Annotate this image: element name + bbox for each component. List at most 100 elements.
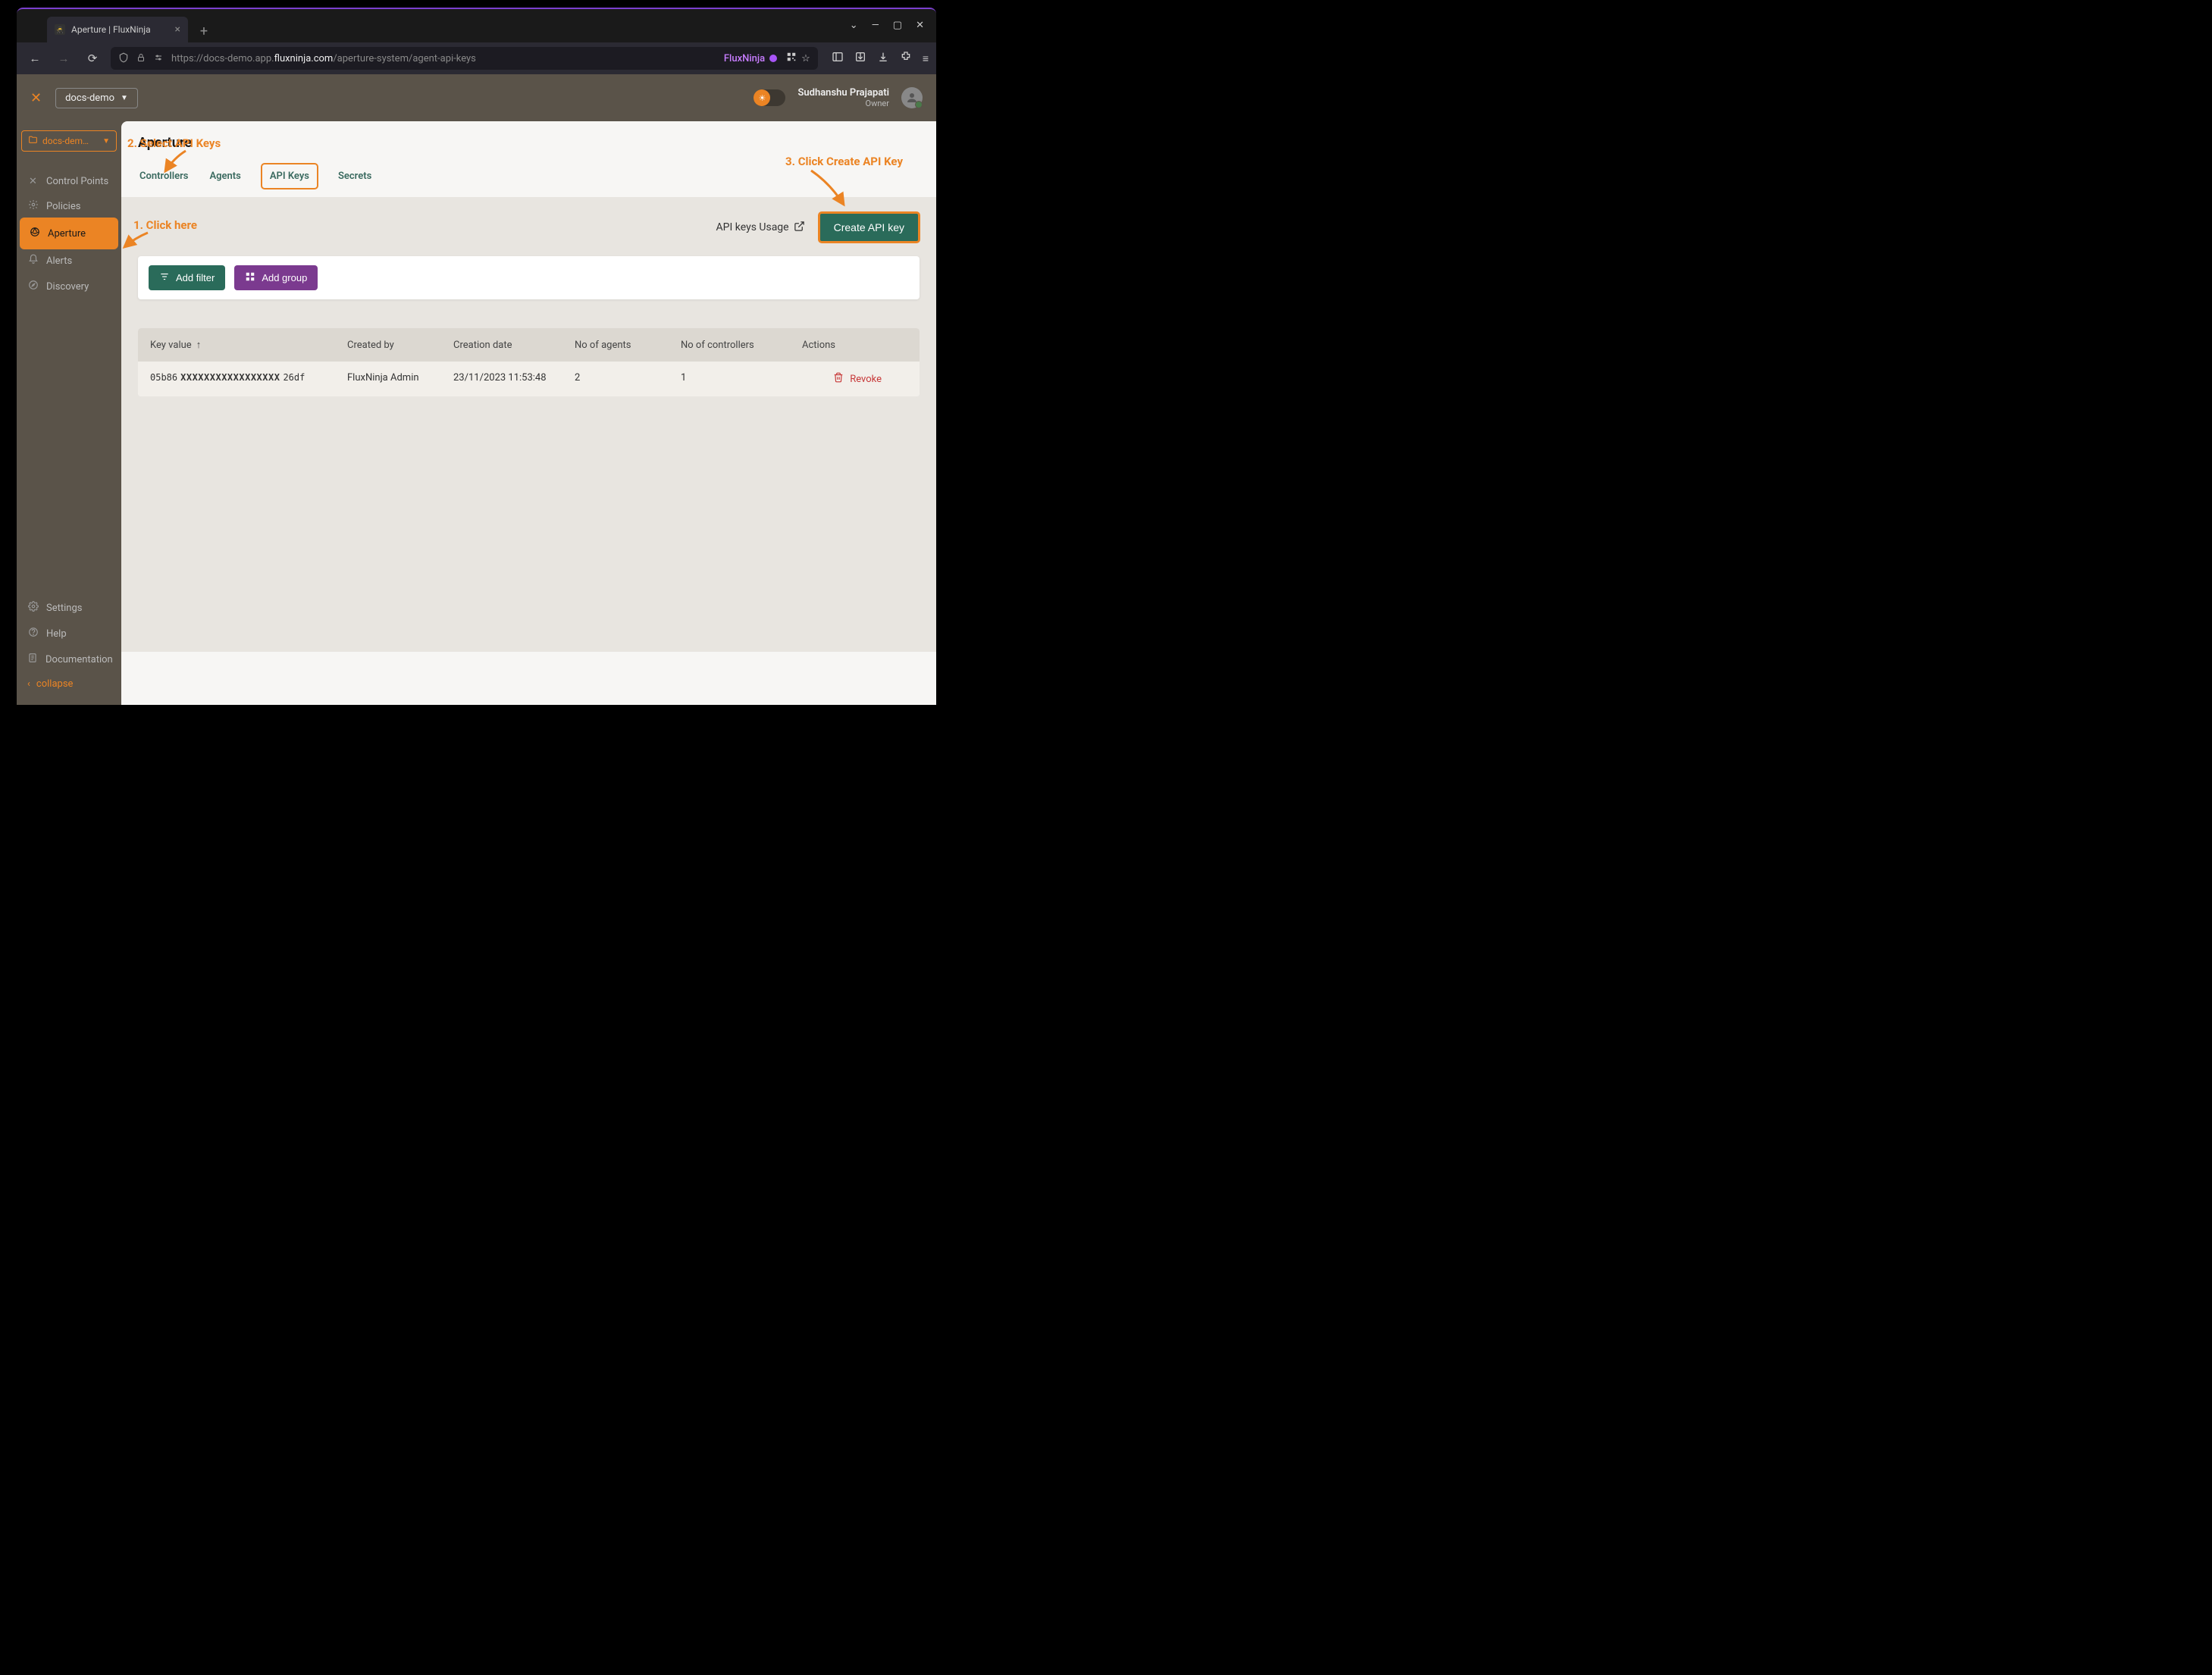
reader-icon[interactable] (832, 51, 844, 66)
add-group-button[interactable]: Add group (234, 265, 318, 290)
filter-bar: Add filter Add group (138, 256, 920, 299)
app-menu-icon[interactable]: ≡ (923, 52, 929, 65)
url-bar[interactable]: https://docs-demo.app.fluxninja.com/aper… (111, 47, 818, 70)
api-keys-table: Key value ↑ Created by Creation date No … (138, 328, 920, 396)
sidebar-collapse[interactable]: ‹ collapse (21, 672, 117, 696)
project-dropdown-label: docs-demo (65, 92, 114, 104)
column-no-agents[interactable]: No of agents (575, 339, 681, 351)
table-header: Key value ↑ Created by Creation date No … (138, 328, 920, 362)
qr-icon[interactable] (786, 52, 797, 65)
sidebar-item-policies[interactable]: Policies (21, 193, 117, 219)
column-key-value[interactable]: Key value ↑ (150, 339, 347, 351)
tab-agents[interactable]: Agents (208, 168, 242, 189)
new-tab-button[interactable]: + (193, 20, 215, 42)
sidebar: docs-dem… ▼ ✕ Control Points Policies Ap… (17, 121, 121, 705)
theme-toggle[interactable]: ☀ (754, 89, 785, 106)
sidebar-project-selector[interactable]: docs-dem… ▼ (21, 130, 117, 152)
sidebar-item-label: Alerts (46, 255, 72, 267)
sidebar-item-control-points[interactable]: ✕ Control Points (21, 170, 117, 193)
browser-toolbar-icons: ≡ (826, 51, 929, 66)
x-icon: ✕ (27, 176, 39, 187)
tabs: Controllers Agents API Keys Secrets (138, 168, 920, 197)
downloads-icon[interactable] (877, 51, 889, 66)
revoke-button[interactable]: Revoke (802, 372, 907, 386)
tab-api-keys[interactable]: API Keys (261, 163, 318, 189)
sidebar-item-documentation[interactable]: Documentation (21, 647, 117, 672)
nav-reload-icon[interactable]: ⟳ (82, 48, 103, 69)
save-page-icon[interactable] (854, 51, 866, 66)
lock-icon (136, 53, 146, 64)
create-api-key-button[interactable]: Create API key (819, 212, 920, 243)
grid-icon (245, 271, 255, 284)
column-created-by[interactable]: Created by (347, 339, 453, 351)
sort-asc-icon: ↑ (196, 339, 202, 351)
trash-icon (833, 372, 844, 386)
project-dropdown[interactable]: docs-demo ▼ (55, 88, 138, 108)
sidebar-item-label: Settings (46, 603, 82, 614)
sidebar-item-help[interactable]: Help (21, 621, 117, 647)
extensions-icon[interactable] (900, 51, 912, 66)
permissions-icon[interactable] (153, 53, 164, 64)
content-area: Aperture Controllers Agents API Keys Sec… (121, 121, 936, 705)
tab-close-icon[interactable]: × (175, 23, 180, 36)
sidebar-item-aperture[interactable]: Aperture (21, 219, 117, 248)
filter-icon (159, 271, 170, 284)
bell-icon (27, 254, 39, 268)
shield-icon (118, 52, 129, 65)
app-close-icon[interactable]: ✕ (30, 90, 42, 106)
window-controls: ⌄ — ▢ ✕ (850, 8, 936, 42)
nav-back-icon[interactable]: ← (24, 48, 45, 69)
tab-secrets[interactable]: Secrets (337, 168, 373, 189)
nav-forward-icon[interactable]: → (53, 48, 74, 69)
avatar[interactable] (901, 87, 923, 108)
chevron-left-icon: ‹ (27, 678, 30, 690)
cell-creation-date: 23/11/2023 11:53:48 (453, 372, 575, 386)
add-group-label: Add group (262, 272, 307, 283)
user-info[interactable]: Sudhanshu Prajapati Owner (797, 87, 889, 108)
sidebar-item-alerts[interactable]: Alerts (21, 248, 117, 274)
add-filter-button[interactable]: Add filter (149, 265, 225, 290)
tab-controllers[interactable]: Controllers (138, 168, 190, 189)
external-link-icon (794, 221, 805, 235)
document-icon (27, 653, 38, 666)
collapse-label: collapse (36, 678, 74, 690)
sidebar-item-discovery[interactable]: Discovery (21, 274, 117, 299)
extension-label[interactable]: FluxNinja (724, 53, 765, 64)
url-text: https://docs-demo.app.fluxninja.com/aper… (171, 53, 716, 64)
user-name: Sudhanshu Prajapati (797, 87, 889, 99)
tab-title: Aperture | FluxNinja (71, 24, 151, 35)
column-creation-date[interactable]: Creation date (453, 339, 575, 351)
window-close-icon[interactable]: ✕ (916, 20, 924, 31)
folder-icon (28, 135, 38, 147)
sidebar-item-label: Aperture (48, 228, 86, 240)
bookmark-star-icon[interactable]: ☆ (801, 53, 810, 64)
create-button-label: Create API key (834, 221, 904, 233)
tab-favicon-icon: 🥷 (55, 24, 65, 35)
sidebar-item-label: Documentation (45, 654, 113, 665)
sidebar-project-label: docs-dem… (42, 136, 89, 146)
sidebar-item-settings[interactable]: Settings (21, 595, 117, 621)
cell-key-value: 05b86 XXXXXXXXXXXXXXXXX 26df (150, 372, 347, 386)
sun-icon: ☀ (754, 89, 770, 106)
settings-icon (27, 601, 39, 615)
aperture-icon (29, 227, 40, 240)
browser-nav-bar: ← → ⟳ https://docs-demo.app.fluxninja.co… (17, 42, 936, 74)
revoke-label: Revoke (850, 374, 882, 385)
app-header: ✕ docs-demo ▼ ☀ Sudhanshu Prajapati Owne… (17, 74, 936, 121)
api-keys-usage-link[interactable]: API keys Usage (716, 221, 805, 235)
browser-tab-bar: 🥷 Aperture | FluxNinja × + ⌄ — ▢ ✕ (17, 8, 936, 42)
tabs-dropdown-icon[interactable]: ⌄ (850, 20, 858, 31)
compass-icon (27, 280, 39, 293)
chevron-down-icon: ▼ (121, 94, 128, 102)
window-minimize-icon[interactable]: — (872, 20, 879, 31)
window-maximize-icon[interactable]: ▢ (893, 20, 902, 31)
sidebar-item-label: Discovery (46, 281, 89, 293)
extension-dot-icon (769, 55, 777, 62)
cell-controllers: 1 (681, 372, 802, 386)
sidebar-item-label: Control Points (46, 176, 108, 187)
column-actions: Actions (802, 339, 907, 351)
page-title: Aperture (138, 135, 920, 151)
browser-tab[interactable]: 🥷 Aperture | FluxNinja × (47, 17, 188, 42)
cell-agents: 2 (575, 372, 681, 386)
column-no-controllers[interactable]: No of controllers (681, 339, 802, 351)
